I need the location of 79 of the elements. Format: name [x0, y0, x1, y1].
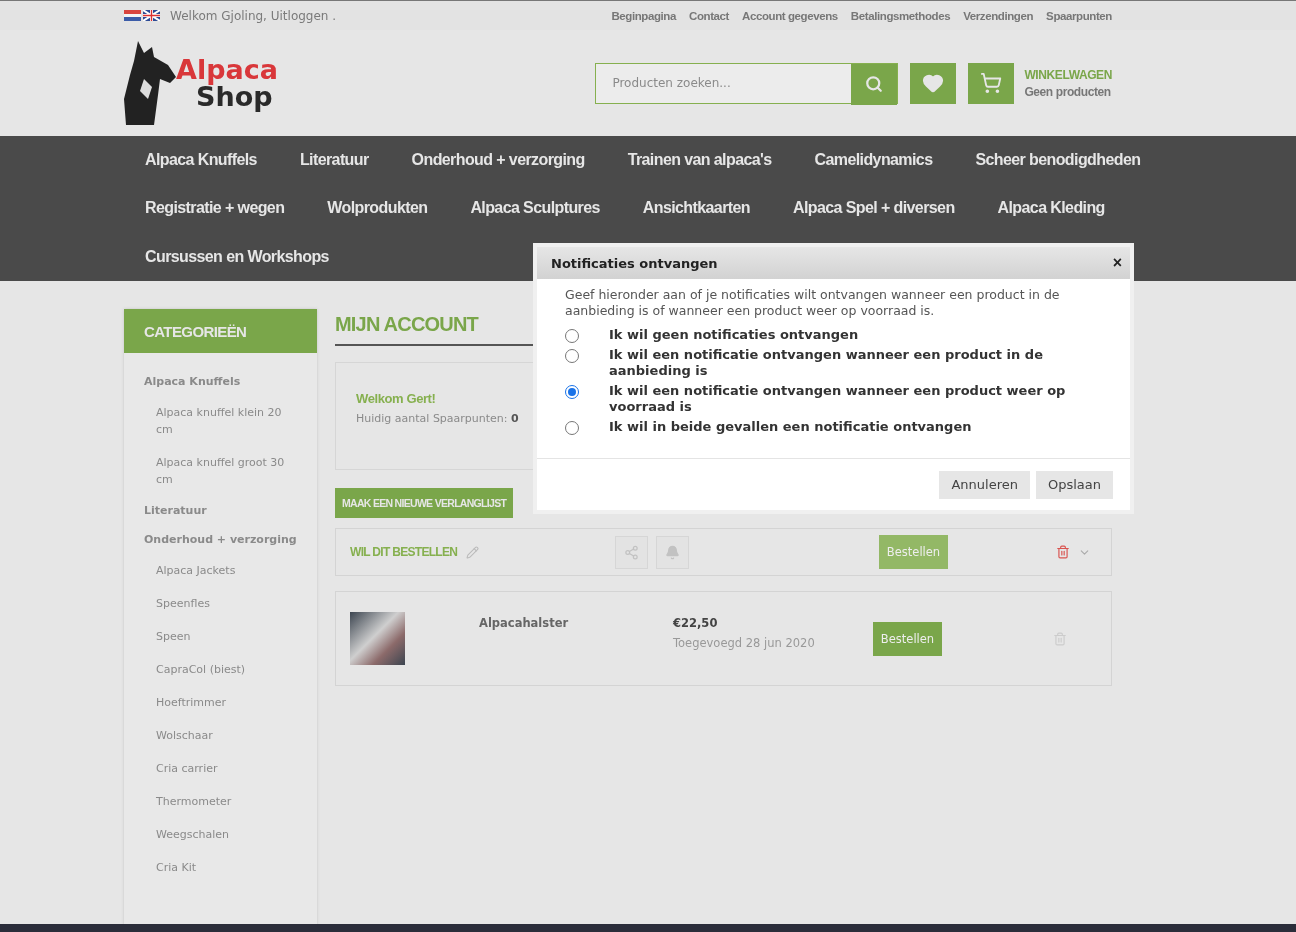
subcategory-link[interactable]: Wolschaar	[144, 719, 297, 752]
wishlist-title: WIL DIT BESTELLEN	[350, 545, 459, 559]
search-field[interactable]: Producten zoeken...	[596, 63, 852, 103]
cart-icon	[980, 72, 1003, 94]
category-link[interactable]: Onderhoud + verzorging	[144, 525, 297, 554]
top-link[interactable]: Betalingsmethodes	[850, 9, 951, 22]
nav-item[interactable]: Alpaca Kleding	[997, 199, 1105, 218]
heart-icon	[922, 72, 945, 94]
category-link[interactable]: Alpaca Knuffels	[144, 367, 297, 396]
bell-icon	[665, 544, 680, 560]
top-link[interactable]: Beginpagina	[611, 9, 676, 22]
trash-icon[interactable]	[1056, 545, 1070, 559]
subcategory-link[interactable]: Cria carrier	[144, 752, 297, 785]
cart-status: Geen producten	[1024, 84, 1112, 99]
cart-title[interactable]: WINKELWAGEN	[1024, 67, 1112, 82]
option-label[interactable]: Ik wil geen notificaties ontvangen	[609, 327, 859, 343]
order-button[interactable]: Bestellen	[879, 535, 948, 569]
subcategory-link[interactable]: Thermometer	[144, 785, 297, 818]
trash-icon[interactable]	[1053, 631, 1067, 646]
nav-item[interactable]: Wolprodukten	[327, 199, 428, 218]
subcategory-link[interactable]: Cria Kit	[144, 851, 297, 884]
added-date: Toegevoegd 28 jun 2020	[673, 636, 816, 650]
radio-button[interactable]	[565, 329, 579, 343]
subcategory-link[interactable]: Weegschalen	[144, 818, 297, 851]
wishlist-button[interactable]	[910, 62, 957, 104]
radio-button[interactable]	[565, 385, 579, 399]
top-link[interactable]: Account gegevens	[742, 9, 838, 22]
nav-item[interactable]: Literatuur	[299, 151, 369, 170]
subcategory-link[interactable]: Alpaca Jackets	[144, 554, 297, 587]
subcategory-link[interactable]: Speenfles	[144, 587, 297, 620]
subcategory-link[interactable]: CapraCol (biest)	[144, 653, 297, 686]
search-bar[interactable]: Producten zoeken...	[595, 62, 899, 104]
dutch-flag-icon[interactable]	[124, 10, 141, 21]
top-link[interactable]: Verzendingen	[963, 9, 1034, 22]
subcategory-link[interactable]: Alpaca knuffel groot 30 cm	[144, 446, 297, 496]
dialog-intro: Geef hieronder aan of je notificaties wilt ontvangen wanneer een product in de aanbieding is of wanneer een product weer op voorraad is.	[565, 287, 1061, 319]
dialog-title: Notificaties ontvangen	[551, 255, 718, 271]
share-icon	[624, 544, 639, 560]
top-link[interactable]: Spaarpunten	[1046, 9, 1112, 22]
new-wishlist-button[interactable]: MAAK EEN NIEUWE VERLANGLIJST	[335, 488, 514, 518]
option-label[interactable]: Ik wil een notificatie ontvangen wanneer een product weer op voorraad is	[609, 383, 1102, 415]
nav-item[interactable]: Trainen van alpaca's	[627, 151, 772, 170]
british-flag-icon[interactable]	[143, 10, 160, 21]
welcome-text: Welkom Gjoling, Uitloggen .	[170, 8, 337, 23]
dialog-button[interactable]: Annuleren	[939, 470, 1030, 499]
nav-item[interactable]: Alpaca Spel + diversen	[793, 199, 955, 218]
subcategory-link[interactable]: Speen	[144, 620, 297, 653]
nav-item[interactable]: Registratie + wegen	[145, 199, 285, 218]
welcome-heading: Welkom Gert!	[356, 391, 436, 406]
product-name[interactable]: Alpacahalster	[479, 616, 673, 630]
radio-button[interactable]	[565, 349, 579, 363]
nav-item[interactable]: Alpaca Knuffels	[145, 151, 257, 170]
search-button[interactable]	[851, 63, 898, 105]
dialog-button[interactable]: Opslaan	[1035, 470, 1113, 499]
cart-button[interactable]	[968, 62, 1015, 104]
option-label[interactable]: Ik wil een notificatie ontvangen wanneer een product in de aanbieding is	[609, 347, 1102, 379]
search-icon	[865, 75, 884, 93]
logo-text: Alpaca	[176, 56, 278, 83]
nav-item[interactable]: Camelidynamics	[814, 151, 933, 170]
subcategory-link[interactable]: Hoeftrimmer	[144, 686, 297, 719]
order-button[interactable]: Bestellen	[873, 621, 942, 656]
points-text: Huidig aantal Spaarpunten: 0	[356, 412, 519, 425]
top-link[interactable]: Contact	[689, 9, 729, 22]
nav-item[interactable]: Onderhoud + verzorging	[411, 151, 585, 170]
close-button[interactable]: ×	[1112, 255, 1122, 271]
notification-button[interactable]	[656, 535, 689, 569]
radio-button[interactable]	[565, 421, 579, 435]
nav-item[interactable]: Scheer benodigdheden	[975, 151, 1141, 170]
product-price: €22,50	[673, 616, 719, 630]
nav-item[interactable]: Alpaca Sculptures	[470, 199, 600, 218]
sidebar-title: CATEGORIEËN	[124, 309, 317, 353]
edit-icon[interactable]	[466, 545, 479, 559]
subcategory-link[interactable]: Alpaca knuffel klein 20 cm	[144, 396, 297, 446]
share-button[interactable]	[615, 535, 648, 569]
nav-item[interactable]: Ansichtkaarten	[642, 199, 750, 218]
category-link[interactable]: Literatuur	[144, 496, 297, 525]
photo-placeholder	[350, 612, 405, 665]
option-label[interactable]: Ik wil in beide gevallen een notificatie ontvangen	[609, 419, 972, 435]
nav-item[interactable]: Cursussen en Workshops	[145, 247, 329, 266]
